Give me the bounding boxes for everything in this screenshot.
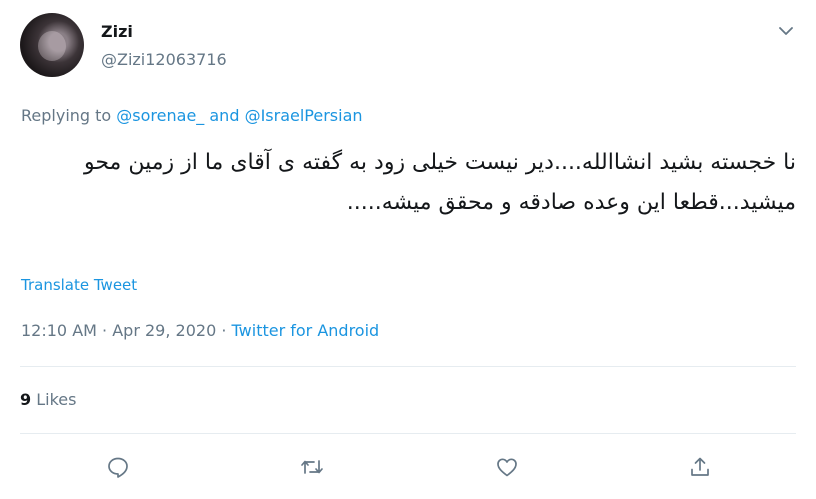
tweet-source-link[interactable]: Twitter for Android bbox=[232, 321, 380, 340]
author-handle[interactable]: @Zizi12063716 bbox=[101, 50, 227, 69]
reply-icon bbox=[106, 455, 130, 479]
share-icon bbox=[688, 455, 712, 479]
tweet-menu-button[interactable] bbox=[776, 21, 796, 41]
retweet-button[interactable] bbox=[297, 452, 327, 482]
share-button[interactable] bbox=[685, 452, 715, 482]
likes-stat[interactable]: 9 Likes bbox=[20, 390, 76, 409]
tweet-metadata: 12:10 AM · Apr 29, 2020 · Twitter for An… bbox=[21, 321, 379, 340]
divider bbox=[20, 366, 796, 367]
heart-icon bbox=[495, 455, 519, 479]
replying-to: Replying to @sorenae_ and @IsraelPersian bbox=[21, 106, 363, 125]
reply-button[interactable] bbox=[103, 452, 133, 482]
avatar[interactable] bbox=[20, 13, 84, 77]
divider bbox=[20, 433, 796, 434]
translate-tweet-link[interactable]: Translate Tweet bbox=[21, 276, 137, 294]
replying-prefix: Replying to bbox=[21, 106, 112, 125]
chevron-down-icon bbox=[779, 26, 793, 36]
likes-label: Likes bbox=[36, 390, 77, 409]
replying-user-link[interactable]: @IsraelPersian bbox=[245, 106, 363, 125]
tweet-text: نا خجسته بشید انشاالله....دیر نیست خیلی … bbox=[76, 150, 796, 215]
meta-separator: · bbox=[221, 321, 227, 340]
replying-user-link[interactable]: @sorenae_ bbox=[116, 106, 204, 125]
tweet-date[interactable]: Apr 29, 2020 bbox=[112, 321, 216, 340]
likes-count: 9 bbox=[20, 390, 32, 409]
author-name[interactable]: Zizi bbox=[101, 22, 133, 41]
like-button[interactable] bbox=[492, 452, 522, 482]
tweet-time[interactable]: 12:10 AM bbox=[21, 321, 97, 340]
replying-conjunction: and bbox=[209, 106, 240, 125]
meta-separator: · bbox=[102, 321, 108, 340]
retweet-icon bbox=[299, 455, 325, 479]
